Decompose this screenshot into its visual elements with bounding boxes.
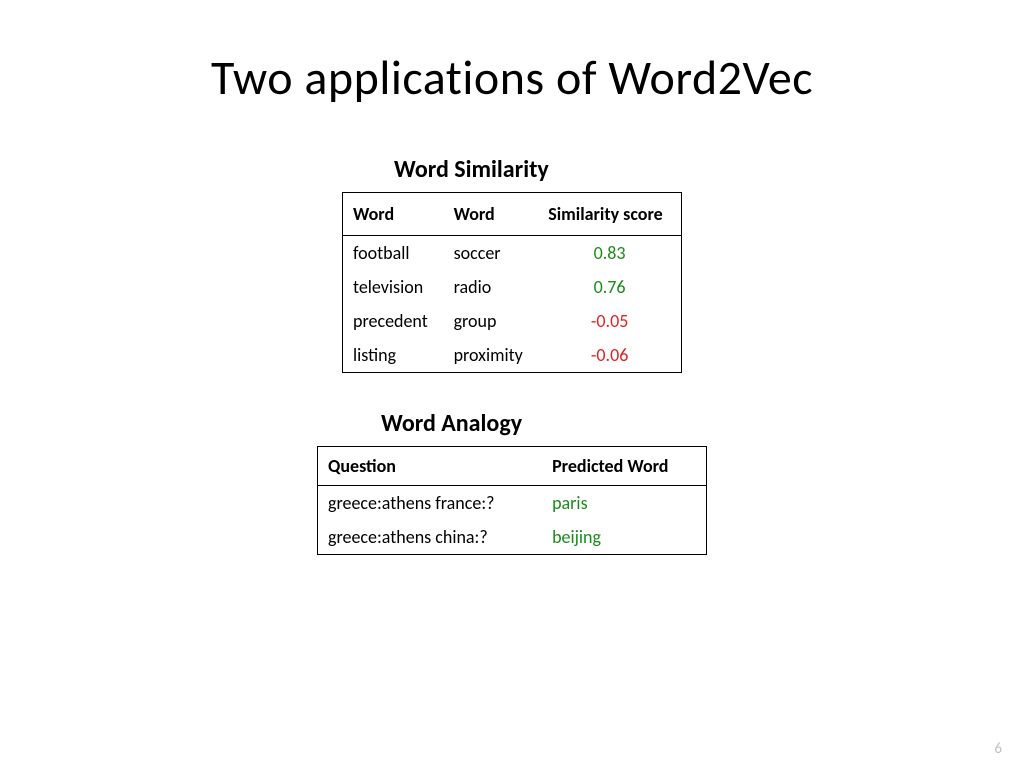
- cell-question: greece:athens china:?: [318, 520, 543, 555]
- cell-score: 0.83: [538, 236, 681, 271]
- cell-word-1: television: [343, 270, 444, 304]
- cell-word-1: precedent: [343, 304, 444, 338]
- cell-word-1: listing: [343, 338, 444, 373]
- col-score: Similarity score: [538, 193, 681, 236]
- table-row: football soccer 0.83: [343, 236, 682, 271]
- table-row: precedent group -0.05: [343, 304, 682, 338]
- cell-predicted: paris: [542, 486, 706, 521]
- cell-score: -0.05: [538, 304, 681, 338]
- cell-question: greece:athens france:?: [318, 486, 543, 521]
- table-header-row: Question Predicted Word: [318, 447, 707, 486]
- word-similarity-table: Word Word Similarity score football socc…: [342, 192, 682, 373]
- cell-word-1: football: [343, 236, 444, 271]
- cell-score: -0.06: [538, 338, 681, 373]
- cell-word-2: radio: [444, 270, 539, 304]
- page-number: 6: [994, 740, 1002, 758]
- cell-predicted: beijing: [542, 520, 706, 555]
- slide-title: Two applications of Word2Vec: [0, 0, 1024, 107]
- cell-word-2: proximity: [444, 338, 539, 373]
- col-word-1: Word: [343, 193, 444, 236]
- word-analogy-heading: Word Analogy: [381, 409, 707, 438]
- cell-word-2: group: [444, 304, 539, 338]
- cell-score: 0.76: [538, 270, 681, 304]
- col-word-2: Word: [444, 193, 539, 236]
- table-header-row: Word Word Similarity score: [343, 193, 682, 236]
- word-analogy-section: Word Analogy Question Predicted Word gre…: [317, 409, 707, 555]
- word-similarity-heading: Word Similarity: [394, 155, 682, 184]
- table-row: television radio 0.76: [343, 270, 682, 304]
- word-similarity-section: Word Similarity Word Word Similarity sco…: [342, 155, 682, 373]
- table-row: greece:athens china:? beijing: [318, 520, 707, 555]
- word-analogy-table: Question Predicted Word greece:athens fr…: [317, 446, 707, 555]
- cell-word-2: soccer: [444, 236, 539, 271]
- table-row: listing proximity -0.06: [343, 338, 682, 373]
- col-question: Question: [318, 447, 543, 486]
- col-predicted: Predicted Word: [542, 447, 706, 486]
- table-row: greece:athens france:? paris: [318, 486, 707, 521]
